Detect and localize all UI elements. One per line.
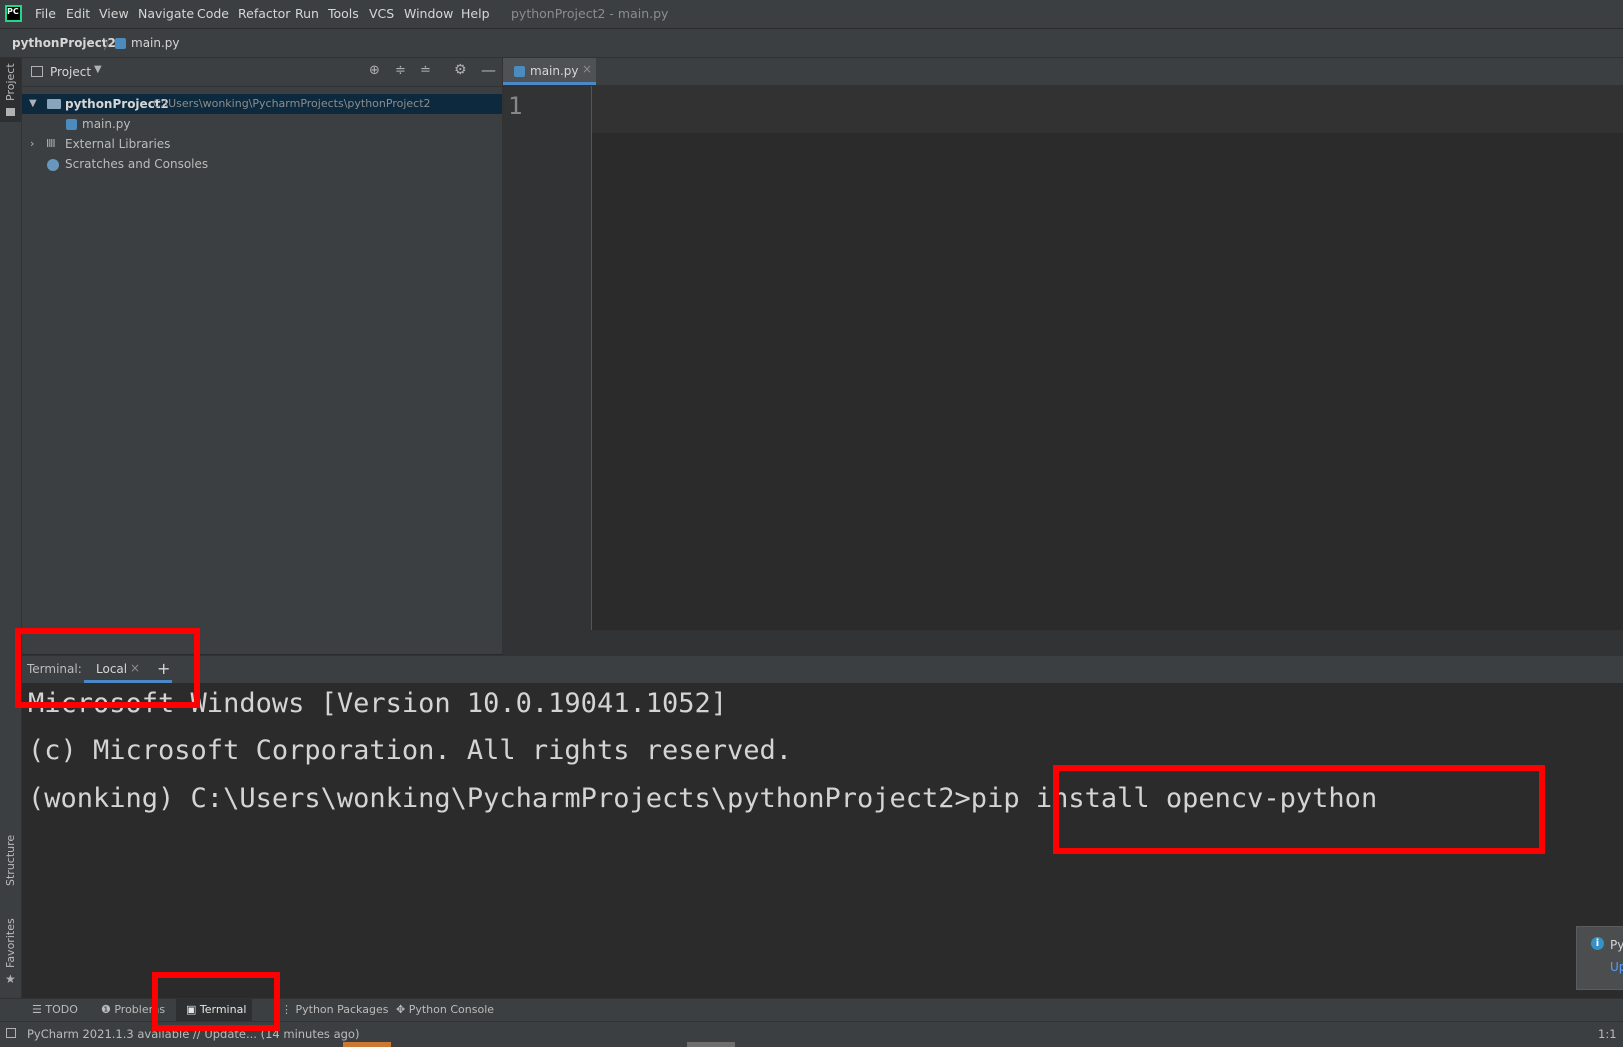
tool-tab-label: TODO <box>45 1003 78 1016</box>
breadcrumb: pythonProject2 〉 main.py <box>0 29 1623 58</box>
window-title: pythonProject2 - main.py <box>511 6 669 21</box>
structure-stripe-label: Structure <box>4 834 17 886</box>
tree-item-label: main.py <box>82 117 131 131</box>
tool-windows-toggle-icon[interactable] <box>6 1028 16 1038</box>
menu-code[interactable]: Code <box>197 6 229 21</box>
left-tool-stripe: Project Structure Favorites ★ <box>0 58 22 998</box>
tree-item-label: Scratches and Consoles <box>65 157 209 171</box>
project-view-selector[interactable]: Project <box>50 65 91 79</box>
problems-icon: ❶ <box>101 1003 115 1016</box>
project-view-icon <box>31 66 43 77</box>
menu-refactor[interactable]: Refactor <box>238 6 290 21</box>
breadcrumb-project[interactable]: pythonProject2 <box>12 36 116 50</box>
scratches-icon <box>47 159 59 171</box>
menu-edit[interactable]: Edit <box>66 6 90 21</box>
menu-file[interactable]: File <box>35 6 56 21</box>
scroll-indicator <box>687 1042 735 1047</box>
progress-indicator <box>343 1042 391 1047</box>
project-stripe-label: Project <box>4 63 17 101</box>
menu-bar: PC File Edit View Navigate Code Refactor… <box>0 0 1623 29</box>
structure-stripe-button[interactable]: Structure <box>0 828 21 898</box>
info-icon: i <box>1591 937 1604 950</box>
breadcrumb-file[interactable]: main.py <box>131 36 180 50</box>
terminal-header: Terminal: Local × + <box>22 655 1623 684</box>
hide-panel-icon[interactable]: — <box>481 61 496 79</box>
tool-tab-label: Python Console <box>408 1003 495 1016</box>
highlight-terminal-toolwindow-box <box>152 972 280 1031</box>
tool-tab-todo[interactable]: ☰ TODO <box>32 999 78 1021</box>
tree-item-project-root[interactable]: ▼ pythonProject2 C:\Users\wonking\Pychar… <box>22 94 502 114</box>
python-file-icon <box>514 66 525 77</box>
project-stripe-button[interactable]: Project <box>0 58 21 122</box>
highlight-terminal-tab-box <box>15 628 200 708</box>
logo-text: PC <box>7 7 20 20</box>
list-icon: ☰ <box>32 1003 46 1016</box>
folder-icon <box>6 108 15 116</box>
code-editor[interactable] <box>592 86 1623 630</box>
tree-item-label: External Libraries <box>65 137 171 151</box>
menu-window[interactable]: Window <box>404 6 453 21</box>
menu-view[interactable]: View <box>99 6 129 21</box>
library-icon: IllI <box>46 137 56 150</box>
locate-icon[interactable]: ⊕ <box>369 63 380 78</box>
menu-navigate[interactable]: Navigate <box>138 6 194 21</box>
editor-tab-bar: main.py × <box>503 58 1623 86</box>
gear-icon[interactable]: ⚙ <box>454 62 467 78</box>
favorites-stripe-button[interactable]: Favorites ★ <box>0 918 21 988</box>
project-root-path: C:\Users\wonking\PycharmProjects\pythonP… <box>153 97 431 110</box>
python-file-icon <box>115 38 126 49</box>
editor-footer <box>503 630 1623 655</box>
folder-icon <box>47 99 61 109</box>
close-tab-icon[interactable]: × <box>582 62 592 76</box>
pycharm-logo-icon: PC <box>5 5 22 22</box>
editor-gutter <box>503 86 592 630</box>
python-console-icon: ✥ <box>396 1003 409 1016</box>
tool-tab-python-console[interactable]: ✥ Python Console <box>396 999 494 1021</box>
collapse-all-icon[interactable]: ≐ <box>420 63 431 78</box>
tool-tab-python-packages[interactable]: ⋮⋮ Python Packages <box>270 999 388 1021</box>
tree-item-main-py[interactable]: main.py <box>22 114 502 134</box>
menu-vcs[interactable]: VCS <box>369 6 394 21</box>
caret-position[interactable]: 1:1 <box>1598 1027 1617 1041</box>
chevron-down-icon[interactable]: ▼ <box>29 94 37 114</box>
chevron-right-icon[interactable]: › <box>30 134 34 154</box>
python-file-icon <box>66 119 77 130</box>
menu-run[interactable]: Run <box>295 6 319 21</box>
tree-item-external-libraries[interactable]: › IllI External Libraries <box>22 134 502 154</box>
favorites-stripe-label: Favorites <box>4 918 17 968</box>
notification-title: Py <box>1610 938 1623 952</box>
chevron-down-icon[interactable]: ▼ <box>94 64 102 75</box>
update-notification[interactable]: i Py Up <box>1576 926 1623 990</box>
menu-tools[interactable]: Tools <box>328 6 359 21</box>
editor-tab-main-py[interactable]: main.py × <box>503 58 596 85</box>
notification-link[interactable]: Up <box>1610 960 1623 974</box>
highlight-command-box <box>1053 765 1545 854</box>
terminal-line: (c) Microsoft Corporation. All rights re… <box>28 735 793 766</box>
project-panel: Project ▼ ⊕ ≑ ≐ ⚙ — ▼ pythonProject2 C:\… <box>22 58 503 654</box>
menu-help[interactable]: Help <box>461 6 490 21</box>
tool-tab-label: Python Packages <box>295 1003 389 1016</box>
tree-item-scratches[interactable]: Scratches and Consoles <box>22 154 502 174</box>
line-number: 1 <box>508 92 523 120</box>
expand-all-icon[interactable]: ≑ <box>395 63 406 78</box>
project-panel-header: Project ▼ ⊕ ≑ ≐ ⚙ — <box>22 58 502 87</box>
current-line-highlight <box>592 86 1623 133</box>
editor-tab-label: main.py <box>530 64 579 78</box>
star-icon: ★ <box>5 972 16 986</box>
